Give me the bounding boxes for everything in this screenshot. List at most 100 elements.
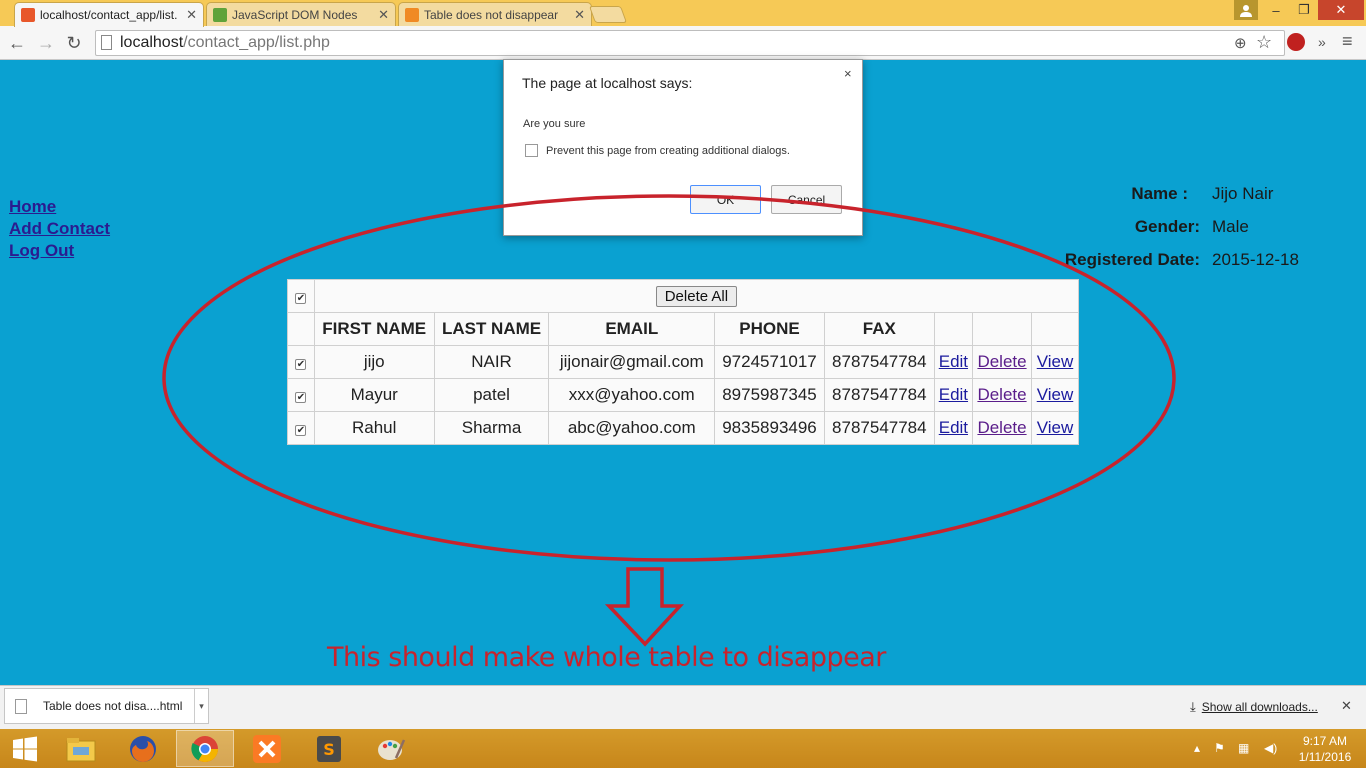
row-checkbox[interactable]: ✔ (295, 392, 307, 403)
cancel-button[interactable]: Cancel (771, 185, 842, 214)
tab-javascript-dom-nodes[interactable]: JavaScript DOM Nodes ✕ (206, 2, 396, 26)
registered-date-value: 2015-12-18 (1212, 250, 1299, 269)
extension-icon[interactable] (1287, 33, 1305, 51)
cell-phone: 9835893496 (714, 411, 825, 445)
action-center-flag-icon[interactable]: ⚑ (1214, 741, 1225, 755)
name-label: Name : (1131, 184, 1188, 203)
cell-email: xxx@yahoo.com (548, 378, 716, 412)
delete-all-button[interactable]: Delete All (655, 285, 738, 307)
delete-link[interactable]: Delete (977, 352, 1026, 371)
edit-link[interactable]: Edit (939, 385, 968, 404)
delete-link[interactable]: Delete (977, 418, 1026, 437)
header-view (1031, 312, 1079, 346)
cell-phone: 9724571017 (714, 345, 825, 379)
row-checkbox-cell: ✔ (287, 345, 315, 379)
w3schools-favicon-icon (213, 7, 227, 22)
edit-link[interactable]: Edit (939, 418, 968, 437)
zoom-icon[interactable]: ⊕ (1234, 34, 1247, 52)
menu-hamburger-icon[interactable]: ≡ (1342, 31, 1353, 52)
windows-start-icon[interactable] (0, 730, 50, 767)
download-menu-chevron-icon[interactable]: ▾ (194, 689, 208, 723)
row-checkbox-cell: ✔ (287, 411, 315, 445)
contacts-table: ✔ Delete All FIRST NAME LAST NAME EMAIL … (287, 279, 1080, 445)
close-window-button[interactable]: ✕ (1318, 0, 1364, 20)
more-extensions-icon[interactable]: » (1318, 34, 1326, 50)
reload-icon[interactable]: ↻ (63, 32, 85, 54)
view-link[interactable]: View (1037, 385, 1074, 404)
gender-label: Gender: (1134, 217, 1200, 236)
nav-link-home[interactable]: Home (9, 197, 56, 217)
tab-table-does-not-disappear[interactable]: Table does not disappear ✕ (398, 2, 592, 26)
header-fax: FAX (823, 312, 935, 346)
checkbox-header (287, 312, 315, 346)
prevent-dialogs-option[interactable]: Prevent this page from creating addition… (525, 144, 790, 157)
page-icon (101, 35, 112, 50)
tab-label: localhost/contact_app/list. (40, 8, 178, 22)
cell-email: jijonair@gmail.com (548, 345, 716, 379)
cell-fax: 8787547784 (823, 345, 935, 379)
sublime-text-icon[interactable]: S (300, 730, 358, 767)
view-cell: View (1031, 411, 1079, 445)
header-delete (972, 312, 1032, 346)
tab-contact-list[interactable]: localhost/contact_app/list. ✕ (14, 2, 204, 27)
annotation-text: This should make whole table to disappea… (327, 642, 886, 673)
xampp-icon[interactable] (238, 730, 296, 767)
edit-cell: Edit (933, 378, 974, 412)
row-checkbox[interactable]: ✔ (295, 425, 307, 436)
ok-button[interactable]: OK (690, 185, 761, 214)
prevent-dialogs-checkbox[interactable] (525, 144, 538, 157)
delete-cell: Delete (972, 378, 1032, 412)
clock-time: 9:17 AM (1302, 734, 1348, 748)
restore-button[interactable]: ❐ (1290, 0, 1318, 20)
tab-close-icon[interactable]: ✕ (378, 7, 389, 23)
download-item[interactable]: Table does not disa....html ▾ (4, 688, 209, 724)
file-explorer-icon[interactable] (52, 730, 110, 767)
chrome-icon[interactable] (176, 730, 234, 767)
header-first-name: FIRST NAME (313, 312, 435, 346)
bookmark-star-icon[interactable]: ☆ (1256, 32, 1272, 53)
firefox-icon[interactable] (114, 730, 172, 767)
table-header-row: FIRST NAME LAST NAME EMAIL PHONE FAX (287, 312, 1079, 346)
tray-expand-chevron-icon[interactable]: ▴ (1194, 741, 1200, 755)
cell-last-name: Sharma (433, 411, 550, 445)
view-cell: View (1031, 378, 1079, 412)
delete-cell: Delete (972, 411, 1032, 445)
table-row: ✔ Mayur patel xxx@yahoo.com 8975987345 8… (287, 378, 1079, 412)
url-text[interactable]: localhost/contact_app/list.php (120, 34, 330, 52)
header-phone: PHONE (714, 312, 825, 346)
user-icon[interactable] (1234, 0, 1258, 20)
select-all-checkbox[interactable]: ✔ (295, 293, 307, 304)
download-bar-close-icon[interactable]: ✕ (1341, 698, 1352, 714)
name-value: Jijo Nair (1212, 184, 1274, 203)
nav-link-add-contact[interactable]: Add Contact (9, 219, 110, 239)
dialog-close-icon[interactable]: × (844, 66, 852, 81)
download-arrow-icon: ⤓ (1190, 699, 1196, 714)
tab-close-icon[interactable]: ✕ (574, 7, 585, 23)
system-clock[interactable]: 9:17 AM 1/11/2016 (1290, 733, 1360, 765)
minimize-button[interactable]: – (1262, 0, 1290, 20)
row-checkbox[interactable]: ✔ (295, 359, 307, 370)
volume-icon[interactable]: ◀) (1264, 741, 1277, 755)
forward-arrow-icon[interactable]: → (35, 32, 57, 54)
header-email: EMAIL (548, 312, 716, 346)
view-link[interactable]: View (1037, 352, 1074, 371)
cell-email: abc@yahoo.com (548, 411, 716, 445)
cell-fax: 8787547784 (823, 378, 935, 412)
table-row: ✔ Rahul Sharma abc@yahoo.com 9835893496 … (287, 411, 1079, 445)
annotation-down-arrow-icon (604, 567, 684, 647)
edit-cell: Edit (933, 345, 974, 379)
tab-label: Table does not disappear (424, 7, 559, 22)
tab-label: JavaScript DOM Nodes (232, 7, 358, 22)
edit-link[interactable]: Edit (939, 352, 968, 371)
view-link[interactable]: View (1037, 418, 1074, 437)
back-arrow-icon[interactable]: ← (6, 32, 28, 54)
nav-link-log-out[interactable]: Log Out (9, 241, 74, 261)
paint-icon[interactable] (362, 730, 420, 767)
cell-fax: 8787547784 (823, 411, 935, 445)
delete-link[interactable]: Delete (977, 385, 1026, 404)
cell-last-name: NAIR (433, 345, 550, 379)
new-tab-button[interactable] (588, 6, 628, 23)
network-icon[interactable]: ▦ (1238, 741, 1249, 755)
show-all-downloads-link[interactable]: ⤓ Show all downloads... (1190, 699, 1318, 715)
tab-close-icon[interactable]: ✕ (186, 7, 197, 23)
